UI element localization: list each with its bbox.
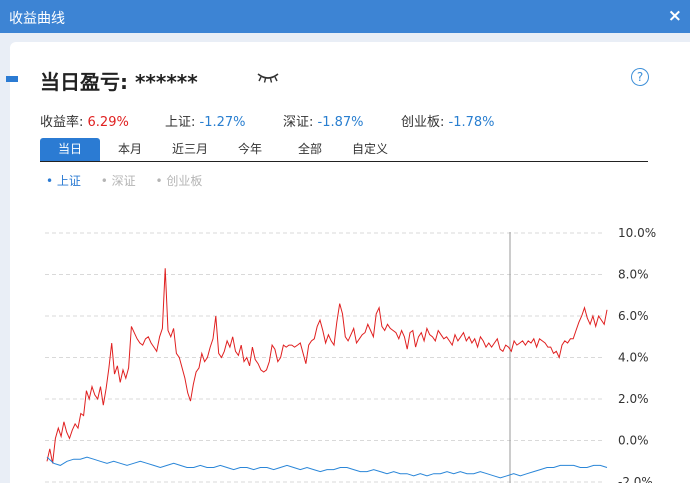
y-tick-label: 0.0%	[618, 434, 649, 448]
shanghai-index-line	[46, 456, 608, 479]
y-tick-label: -2.0%	[618, 475, 653, 483]
y-tick-label: 8.0%	[618, 268, 649, 282]
y-tick-label: 2.0%	[618, 392, 649, 406]
portfolio-return-line	[46, 268, 608, 464]
y-tick-label: 10.0%	[618, 226, 656, 240]
y-axis-ticks: 10.0% 8.0% 6.0% 4.0% 2.0% 0.0% -2.0%	[618, 226, 656, 483]
y-tick-label: 6.0%	[618, 309, 649, 323]
y-tick-label: 4.0%	[618, 351, 649, 365]
return-chart: 10.0% 8.0% 6.0% 4.0% 2.0% 0.0% -2.0%	[45, 226, 656, 483]
